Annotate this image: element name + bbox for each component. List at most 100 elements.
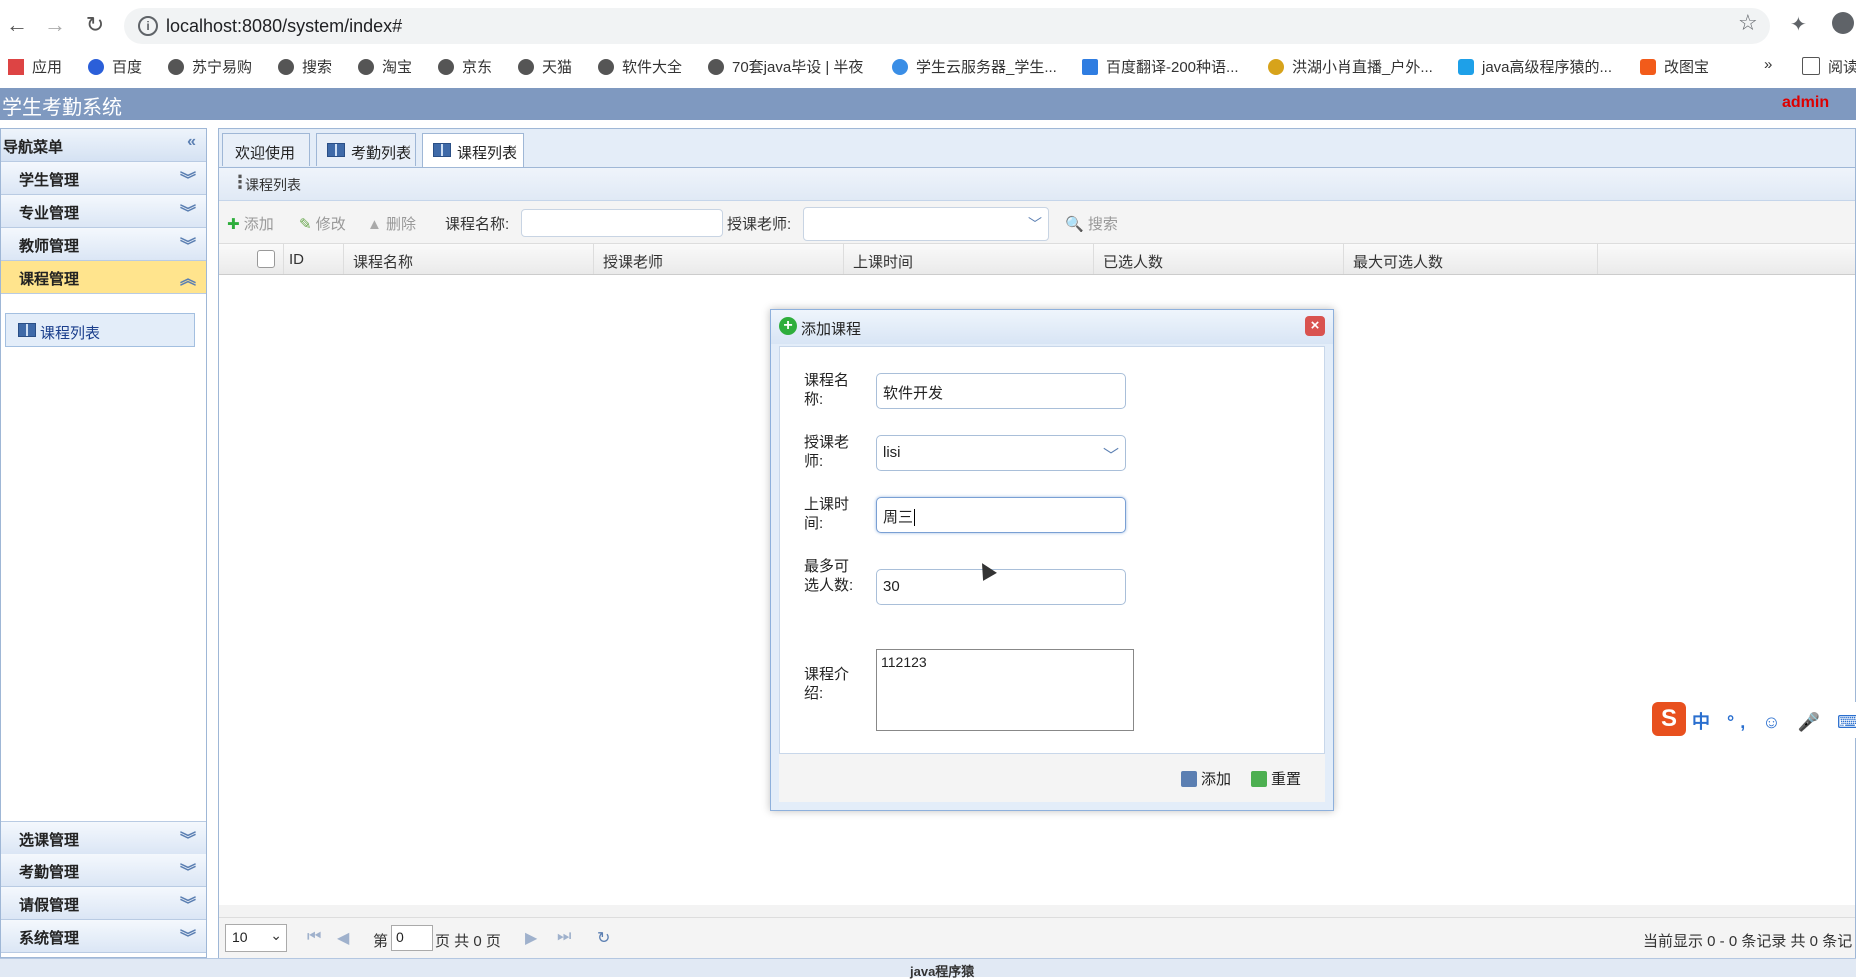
sidebar-section-leave[interactable]: 请假管理 ︾ [1,887,206,920]
chevron-down-icon: ︾ [179,172,196,189]
course-name-search-input[interactable] [521,209,723,237]
close-icon[interactable]: × [1305,316,1325,336]
search-button[interactable]: 🔍 搜索 [1065,213,1118,234]
close-tab-icon[interactable]: × [403,140,411,156]
next-page-icon[interactable]: ▶ [525,928,537,948]
teacher-dropdown[interactable]: lisi ﹀ [876,435,1126,471]
dialog-body: 课程名称: 软件开发 授课老师: lisi ﹀ 上课时间: 周三 最多可选人数:… [779,346,1325,754]
dialog-footer: 添加 重置 [779,754,1325,802]
sidebar-section-student[interactable]: 学生管理 ︾ [1,162,206,195]
sidebar-section-course[interactable]: 课程管理 ︽ [1,261,206,294]
dialog-title: 添加课程 [801,321,862,338]
course-name-label: 课程名称: [445,216,510,233]
info-icon[interactable]: i [138,16,158,36]
bookmark-star-icon[interactable]: ☆ [1738,10,1758,36]
dialog-add-button[interactable]: 添加 [1181,768,1231,789]
app-header: 学生考勤系统 admin [0,88,1856,120]
delete-button[interactable]: ▲ 删除 [367,213,416,234]
select-all-checkbox[interactable] [257,250,275,268]
collapse-sidebar-icon[interactable]: « [187,133,196,151]
chevron-up-icon: ︽ [179,271,196,288]
dialog-header: + 添加课程 × [771,310,1333,344]
book-icon [433,143,451,157]
sidebar-section-major[interactable]: 专业管理 ︾ [1,195,206,228]
grid-header: ID 课程名称 授课老师 上课时间 已选人数 最大可选人数 [219,244,1855,275]
extensions-icon[interactable]: ✦ [1790,12,1807,37]
url-text[interactable]: localhost:8080/system/index# [166,16,402,37]
column-teacher[interactable]: 授课老师 [603,251,663,272]
sidebar-section-selection[interactable]: 选课管理 ︾ [1,821,206,855]
bookmark-apps[interactable]: 应用 [8,56,62,77]
column-class-time[interactable]: 上课时间 [853,251,913,272]
teacher-select[interactable]: ﹀ [803,207,1049,241]
chevron-down-icon: ︾ [179,238,196,255]
bookmark-java-senior[interactable]: java高级程序猿的... [1458,56,1612,77]
column-max-count[interactable]: 最大可选人数 [1353,251,1443,272]
bookmark-java-projects[interactable]: 70套java毕设 | 半夜 [708,56,863,77]
chevron-down-icon: ﹀ [1028,216,1042,232]
tab-attendance-list[interactable]: 考勤列表 × [316,133,416,166]
prev-page-icon[interactable]: ◀ [337,928,349,948]
dialog-reset-button[interactable]: 重置 [1251,768,1301,789]
chevron-down-icon: ︾ [179,832,196,849]
sidebar-section-system[interactable]: 系统管理 ︾ [1,920,206,953]
bookmark-taobao[interactable]: 淘宝 [358,56,412,77]
bookmark-baidu[interactable]: 百度 [88,56,142,77]
plus-icon: ✚ [227,216,240,233]
course-name-label: 课程名称: [804,372,850,408]
pagination-bar: 10 ⌄ ⏮ ◀ 第 0 页 共 0 页 ▶ ⏭ ↻ 当前显示 0 - 0 条记… [219,917,1855,958]
forward-icon[interactable]: → [40,10,70,40]
chevron-down-icon[interactable]: ﹀ [1103,442,1119,466]
max-count-label: 最多可选人数: [804,558,854,594]
column-selected-count[interactable]: 已选人数 [1103,251,1163,272]
class-time-input[interactable]: 周三 [876,497,1126,533]
edit-button[interactable]: ✎ 修改 [299,213,346,234]
course-intro-label: 课程介绍: [804,666,850,702]
tabs-bar: 欢迎使用 考勤列表 × 课程列表 × [219,129,1855,168]
bookmark-tmall[interactable]: 天猫 [518,56,572,77]
sidebar: 导航菜单 « 学生管理 ︾ 专业管理 ︾ 教师管理 ︾ 课程管理 ︽ 课程列表 选课管理… [0,128,207,958]
page-size-select[interactable]: 10 ⌄ [225,924,287,952]
address-bar[interactable]: i localhost:8080/system/index# [124,8,1770,44]
bookmark-suning[interactable]: 苏宁易购 [168,56,252,77]
close-tab-icon[interactable]: × [509,140,517,156]
sogou-logo-icon[interactable]: S [1652,702,1686,736]
chevron-down-icon: ⌄ [270,927,282,943]
bookmark-jd[interactable]: 京东 [438,56,492,77]
pencil-icon: ✎ [299,216,312,233]
chevron-down-icon: ︾ [179,864,196,881]
bookmark-student-cloud[interactable]: 学生云服务器_学生... [892,56,1057,77]
add-course-dialog: + 添加课程 × 课程名称: 软件开发 授课老师: lisi ﹀ 上课时间: 周… [770,309,1334,811]
bookmark-gaitubao[interactable]: 改图宝 [1640,56,1709,77]
ime-controls[interactable]: 中 °, ☺ 🎤 ⌨ 👤 [1692,708,1856,734]
refresh-icon[interactable]: ↻ [597,928,610,948]
last-page-icon[interactable]: ⏭ [557,928,571,946]
sidebar-item-course-list[interactable]: 课程列表 [5,313,195,347]
bookmarks-more[interactable]: » [1764,56,1772,73]
bookmark-live[interactable]: 洪湖小肖直播_户外... [1268,56,1433,77]
tab-course-list[interactable]: 课程列表 × [422,133,524,167]
first-page-icon[interactable]: ⏮ [307,928,321,946]
footer-text: java程序猿 [910,964,975,979]
profile-icon[interactable] [1832,12,1854,34]
reading-list[interactable]: 阅读 [1802,56,1856,77]
sidebar-section-teacher[interactable]: 教师管理 ︾ [1,228,206,261]
course-intro-textarea[interactable]: 112123 [876,649,1134,731]
reload-icon[interactable]: ↻ [80,10,110,40]
record-summary: 当前显示 0 - 0 条记录 共 0 条记 [1643,933,1853,950]
user-name[interactable]: admin [1782,94,1829,112]
bookmark-baidu-translate[interactable]: 百度翻译-200种语... [1082,56,1239,77]
column-course-name[interactable]: 课程名称 [353,251,413,272]
course-name-input[interactable]: 软件开发 [876,373,1126,409]
class-time-label: 上课时间: [804,496,850,532]
back-icon[interactable]: ← [2,10,32,40]
bookmark-software[interactable]: 软件大全 [598,56,682,77]
add-button[interactable]: ✚ 添加 [227,213,274,234]
bookmark-search[interactable]: 搜索 [278,56,332,77]
column-id[interactable]: ID [289,251,304,268]
page-number-input[interactable]: 0 [391,925,433,951]
sidebar-section-attendance[interactable]: 考勤管理 ︾ [1,854,206,887]
tab-welcome[interactable]: 欢迎使用 [222,133,310,166]
page-prefix: 第 [373,933,389,950]
max-count-input[interactable]: 30 [876,569,1126,605]
